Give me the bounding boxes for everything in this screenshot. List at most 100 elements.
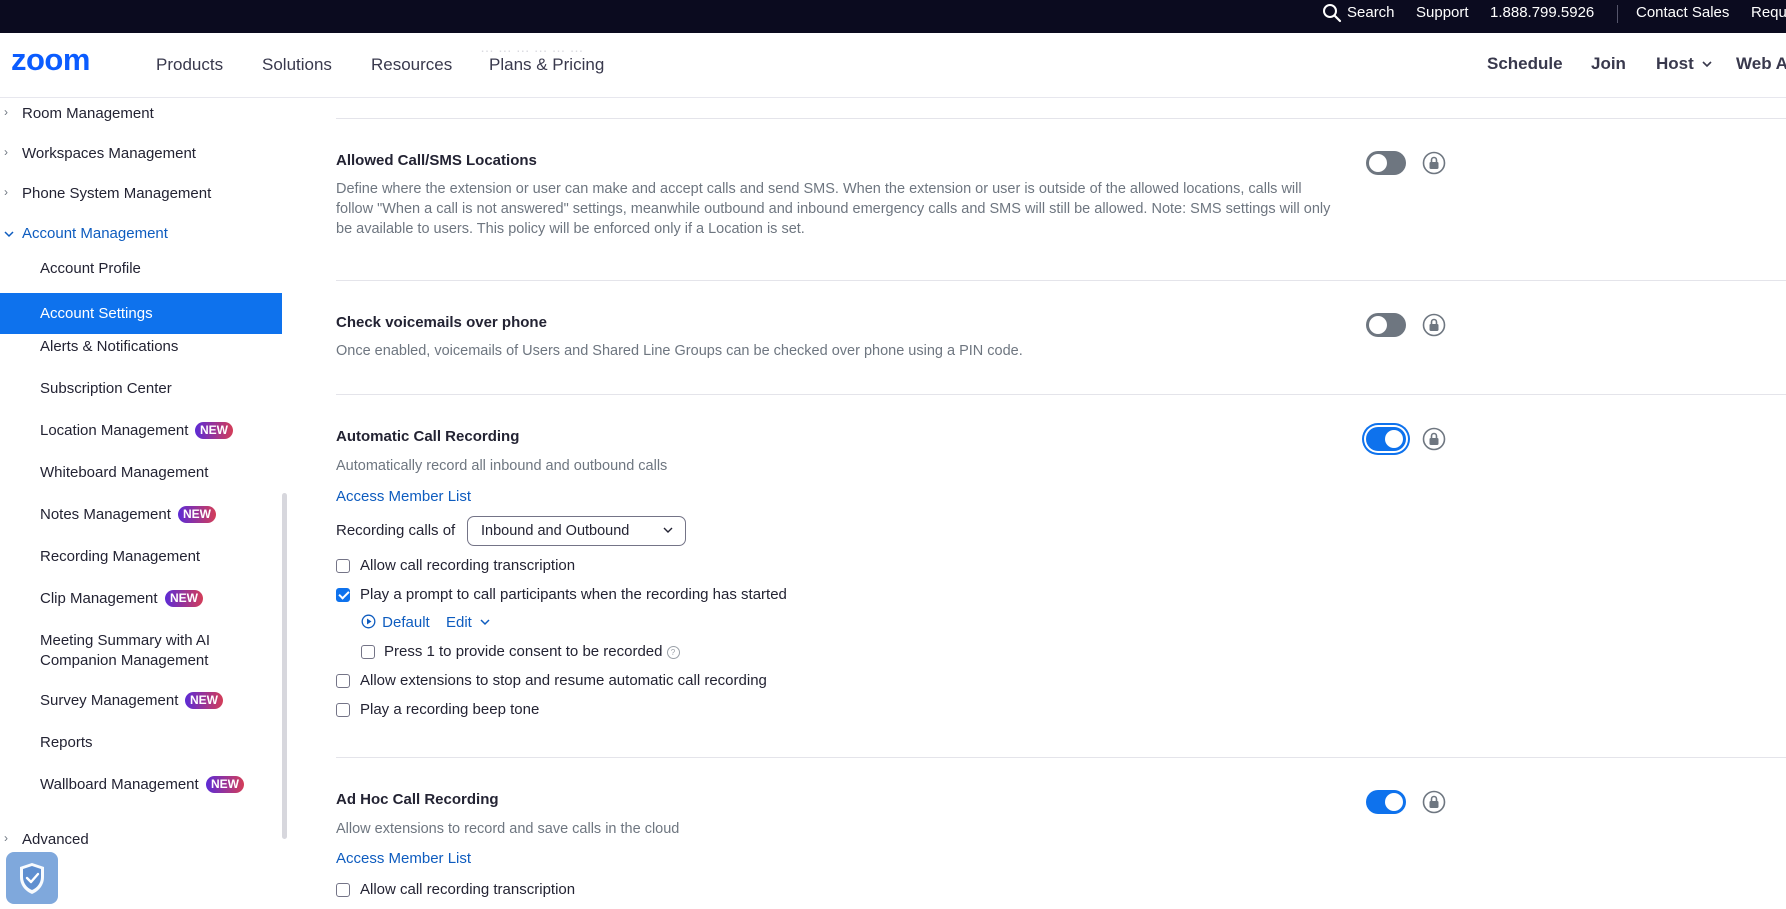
sidebar-item-label: Account Management — [22, 225, 168, 242]
nav-web-app[interactable]: Web A — [1736, 54, 1786, 74]
topbar-divider — [1617, 5, 1618, 23]
toggle-knob — [1369, 316, 1387, 334]
lock-icon[interactable] — [1422, 790, 1446, 814]
allowed-locations-description: Define where the extension or user can m… — [336, 181, 1331, 237]
sidebar-item-whiteboard-management[interactable]: Whiteboard Management — [0, 461, 282, 485]
adhoc-access-member-list-link[interactable]: Access Member List — [336, 850, 471, 867]
sidebar-item-workspaces-management[interactable]: › Workspaces Management — [0, 143, 282, 167]
sidebar-item-label: Subscription Center — [40, 380, 172, 397]
sidebar-item-label: Survey Management — [40, 692, 179, 709]
sidebar-item-label: Room Management — [22, 105, 154, 122]
new-badge: NEW — [165, 590, 203, 607]
edit-prompt-button[interactable]: Edit — [446, 614, 491, 631]
new-badge: NEW — [178, 506, 216, 523]
sidebar-item-label: Whiteboard Management — [40, 464, 209, 481]
toggle-knob — [1385, 430, 1403, 448]
beep-tone-label: Play a recording beep tone — [360, 701, 540, 718]
default-prompt-label: Default — [382, 614, 430, 631]
phone-number-link[interactable]: 1.888.799.5926 — [1490, 0, 1594, 33]
sidebar-item-label: Account Profile — [40, 260, 141, 277]
search-label: Search — [1347, 4, 1395, 21]
play-prompt-checkbox[interactable] — [336, 588, 350, 602]
beep-tone-checkbox[interactable] — [336, 703, 350, 717]
automatic-call-recording-description: Automatically record all inbound and out… — [336, 458, 668, 474]
stop-resume-label: Allow extensions to stop and resume auto… — [360, 672, 767, 689]
lock-icon[interactable] — [1422, 151, 1446, 175]
faded-header-text: … … … … … … — [480, 39, 584, 55]
sidebar-item-label: Notes Management — [40, 506, 171, 523]
section-divider — [336, 280, 1786, 281]
sidebar-item-recording-management[interactable]: Recording Management — [0, 545, 282, 569]
allowed-locations-toggle[interactable] — [1366, 151, 1406, 175]
adhoc-transcription-checkbox[interactable] — [336, 883, 350, 897]
edit-prompt-label: Edit — [446, 614, 472, 631]
nav-host[interactable]: Host — [1656, 54, 1713, 74]
press-1-consent-checkbox[interactable] — [361, 645, 375, 659]
transcription-checkbox[interactable] — [336, 559, 350, 573]
sidebar-item-account-management[interactable]: Account Management — [0, 223, 282, 247]
adhoc-call-recording-title: Ad Hoc Call Recording — [336, 791, 499, 808]
adhoc-call-recording-toggle[interactable] — [1366, 790, 1406, 814]
sidebar-item-label: Meeting Summary with AI — [40, 632, 211, 649]
sidebar-scrollbar[interactable] — [282, 493, 287, 839]
toggle-knob — [1369, 154, 1387, 172]
recording-calls-select[interactable]: Inbound and Outbound — [467, 516, 686, 546]
check-voicemails-toggle[interactable] — [1366, 313, 1406, 337]
check-voicemails-title: Check voicemails over phone — [336, 314, 547, 331]
access-member-list-link[interactable]: Access Member List — [336, 488, 471, 505]
sidebar-item-location-management[interactable]: Location Management NEW — [0, 419, 282, 443]
chevron-right-icon: › — [4, 145, 8, 159]
automatic-call-recording-toggle[interactable] — [1366, 427, 1406, 451]
privacy-shield-button[interactable] — [6, 852, 58, 904]
sidebar: › Room Management › Workspaces Managemen… — [0, 98, 287, 909]
sidebar-item-label: Wallboard Management — [40, 776, 199, 793]
nav-plans-pricing[interactable]: Plans & Pricing — [489, 55, 604, 75]
zoom-logo[interactable]: zoom — [11, 42, 123, 80]
nav-resources[interactable]: Resources — [371, 55, 452, 75]
top-bar: Search Support 1.888.799.5926 Contact Sa… — [0, 0, 1786, 33]
sidebar-item-meeting-summary-with-ai[interactable]: Meeting Summary with AI Companion Managem… — [0, 629, 282, 671]
sidebar-item-label: Account Settings — [40, 305, 153, 322]
nav-schedule[interactable]: Schedule — [1487, 54, 1563, 74]
adhoc-call-recording-description: Allow extensions to record and save call… — [336, 821, 680, 837]
default-prompt-button[interactable]: Default — [361, 614, 430, 631]
allowed-locations-title: Allowed Call/SMS Locations — [336, 152, 537, 169]
zoom-logo-icon: zoom — [11, 42, 90, 77]
sidebar-item-label: Clip Management — [40, 590, 158, 607]
section-divider — [336, 394, 1786, 395]
sidebar-item-account-settings[interactable]: Account Settings — [0, 293, 282, 334]
nav-products[interactable]: Products — [156, 55, 223, 75]
sidebar-item-notes-management[interactable]: Notes Management NEW — [0, 503, 282, 527]
sidebar-item-wallboard-management[interactable]: Wallboard Management NEW — [0, 773, 282, 797]
sidebar-item-room-management[interactable]: › Room Management — [0, 103, 282, 127]
nav-solutions[interactable]: Solutions — [262, 55, 332, 75]
sidebar-item-advanced[interactable]: › Advanced — [0, 829, 282, 853]
help-icon[interactable]: ? — [666, 646, 680, 659]
lock-icon[interactable] — [1422, 427, 1446, 451]
sidebar-item-label: Workspaces Management — [22, 145, 196, 162]
lock-icon[interactable] — [1422, 313, 1446, 337]
press-1-consent-text: Press 1 to provide consent to be recorde… — [384, 643, 663, 660]
request-demo-link[interactable]: Requ — [1751, 0, 1786, 33]
chevron-down-icon — [4, 231, 14, 238]
nav-join[interactable]: Join — [1591, 54, 1626, 74]
sidebar-item-clip-management[interactable]: Clip Management NEW — [0, 587, 282, 611]
stop-resume-checkbox[interactable] — [336, 674, 350, 688]
search-icon — [1323, 4, 1342, 23]
support-link[interactable]: Support — [1416, 0, 1469, 33]
play-circle-icon — [361, 614, 376, 629]
sidebar-item-account-profile[interactable]: Account Profile — [0, 257, 282, 281]
chevron-down-icon — [480, 619, 490, 626]
sidebar-item-alerts-and-notifications[interactable]: Alerts & Notifications — [0, 335, 282, 359]
sidebar-item-subscription-center[interactable]: Subscription Center — [0, 377, 282, 401]
contact-sales-link[interactable]: Contact Sales — [1636, 0, 1729, 33]
toggle-knob — [1385, 793, 1403, 811]
sidebar-item-survey-management[interactable]: Survey Management NEW — [0, 689, 282, 713]
sidebar-item-label: Location Management — [40, 422, 189, 439]
sidebar-item-phone-system-management[interactable]: › Phone System Management — [0, 183, 282, 207]
press-1-consent-label: Press 1 to provide consent to be recorde… — [384, 643, 680, 660]
transcription-label: Allow call recording transcription — [360, 557, 576, 574]
nav-host-label: Host — [1656, 54, 1694, 73]
sidebar-item-reports[interactable]: Reports — [0, 731, 282, 755]
adhoc-transcription-label: Allow call recording transcription — [360, 881, 576, 898]
